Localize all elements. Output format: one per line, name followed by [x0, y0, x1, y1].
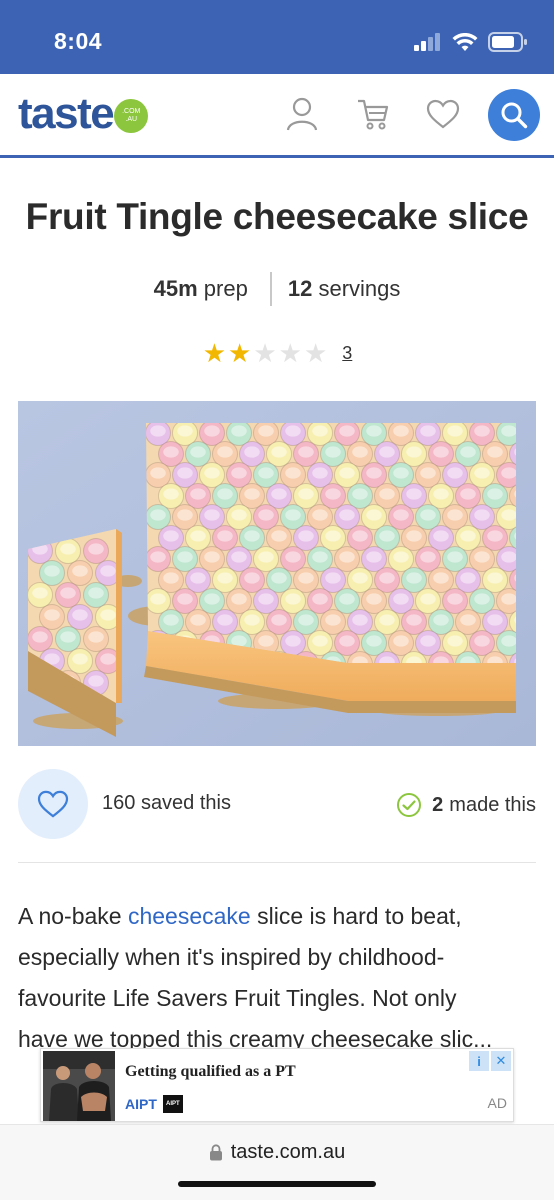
cart-icon[interactable] — [355, 96, 391, 132]
url-display[interactable]: taste.com.au — [0, 1141, 554, 1164]
ad-brand-logo: AIPT — [162, 1095, 183, 1113]
search-button[interactable] — [488, 89, 540, 141]
ad-title[interactable]: Getting qualified as a PT — [125, 1063, 296, 1081]
ad-banner[interactable]: Getting qualified as a PT AIPT AIPT AD i… — [40, 1048, 514, 1122]
description-line: favourite Life Savers Fruit Tingles. Not… — [18, 985, 457, 1011]
url-text: taste.com.au — [230, 1141, 346, 1163]
rating-count-link[interactable]: 3 — [342, 343, 352, 364]
ad-controls: i ✕ — [469, 1051, 511, 1071]
lock-icon — [209, 1144, 222, 1161]
prep-value: 45m — [153, 276, 198, 301]
account-icon[interactable] — [284, 96, 320, 132]
star-icon: ★ — [278, 338, 302, 368]
prep-time: 45m prep — [154, 276, 248, 302]
status-bar: 8:04 — [0, 0, 554, 74]
home-indicator[interactable] — [178, 1181, 376, 1187]
star-icon: ★ — [228, 338, 252, 368]
check-circle-icon — [397, 793, 422, 817]
meta-divider — [269, 272, 272, 306]
recipe-description: A no-bake cheesecake slice is hard to be… — [18, 896, 540, 1060]
recipe-hero-image[interactable] — [18, 401, 536, 746]
heart-icon — [37, 790, 69, 818]
browser-url-bar[interactable]: taste.com.au — [0, 1124, 554, 1200]
logo-badge: .COM .AU — [114, 99, 149, 133]
logo-badge-line2: .AU — [125, 116, 138, 123]
ad-brand[interactable]: AIPT AIPT — [125, 1095, 183, 1113]
description-text: slice is hard to beat, — [250, 903, 462, 929]
heart-icon[interactable] — [425, 96, 461, 132]
saved-count: 160 — [102, 792, 136, 814]
search-icon — [501, 102, 528, 129]
status-time: 8:04 — [54, 28, 103, 54]
description-line: A no-bake cheesecake slice is hard to be… — [18, 896, 540, 937]
star-icon: ★ — [253, 338, 277, 368]
servings-label: servings — [318, 276, 401, 301]
wifi-icon — [452, 32, 478, 51]
star-icon: ★ — [202, 338, 227, 368]
ad-close-icon[interactable]: ✕ — [491, 1051, 511, 1071]
servings: 12 servings — [288, 276, 401, 302]
recipe-meta: 45m prep 12 servings — [0, 272, 554, 306]
made-count: 2 — [432, 793, 444, 816]
site-header: taste .COM .AU — [0, 74, 554, 158]
made-this-button[interactable]: 2 made this — [396, 792, 536, 818]
saved-count-text: 160 saved this — [102, 792, 231, 815]
prep-label: prep — [203, 276, 248, 301]
status-icons — [414, 32, 528, 52]
description-text: A no-bake — [18, 903, 128, 929]
cheesecake-link[interactable]: cheesecake — [128, 903, 251, 929]
save-recipe-button[interactable] — [18, 769, 88, 839]
taste-logo[interactable]: taste .COM .AU — [18, 89, 149, 138]
ad-info-icon[interactable]: i — [469, 1051, 489, 1071]
battery-icon — [488, 32, 527, 52]
rating-row[interactable]: ★ ★ ★ ★ ★ 3 — [0, 340, 554, 366]
recipe-title: Fruit Tingle cheesecake slice — [25, 196, 529, 237]
logo-text: taste — [18, 89, 115, 138]
ad-brand-name: AIPT — [125, 1096, 157, 1112]
servings-value: 12 — [287, 276, 313, 301]
description-line: especially when it's inspired by childho… — [18, 944, 445, 970]
star-icon: ★ — [303, 338, 328, 368]
ad-image[interactable] — [43, 1051, 115, 1121]
divider — [18, 862, 536, 863]
ad-label: AD — [487, 1095, 507, 1111]
logo-badge-line1: .COM — [122, 108, 141, 115]
saved-label: saved this — [140, 792, 231, 814]
made-label: made this — [449, 793, 536, 816]
signal-icon — [414, 33, 440, 51]
